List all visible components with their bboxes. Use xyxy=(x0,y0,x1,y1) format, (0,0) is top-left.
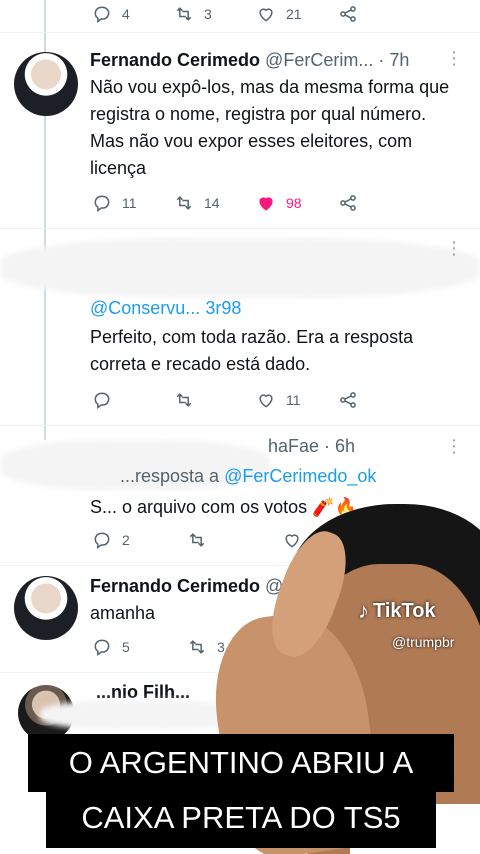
reply-button[interactable]: 11 xyxy=(92,193,174,213)
heart-icon xyxy=(259,8,273,22)
reply-button[interactable] xyxy=(92,390,174,410)
tweet-actions: 11 14 98 xyxy=(92,193,420,213)
reply-to-line: @Conservu... 3r98 xyxy=(90,295,460,322)
caption-line-2: CAIXA PRETA DO TS5 xyxy=(46,790,436,848)
tweet-text: Perfeito, com toda razão. Era a resposta… xyxy=(90,327,414,374)
avatar[interactable] xyxy=(14,52,78,116)
divider xyxy=(0,32,480,33)
tiktok-logo-icon: ♪ xyxy=(358,598,369,623)
tweet-header: haFae · 6h xyxy=(268,436,466,457)
caption-line-1: O ARGENTINO ABRIU A xyxy=(28,734,454,792)
share-button[interactable] xyxy=(338,193,420,213)
tweet-text: Não vou expô-los, mas da mesma forma que… xyxy=(90,77,450,178)
tweet-time: · 7h xyxy=(378,50,410,70)
reply-count: 2 xyxy=(122,532,130,548)
reply-icon xyxy=(94,532,110,549)
like-count: 21 xyxy=(286,6,302,22)
top-actions: 4 3 21 xyxy=(92,4,420,24)
like-count: 98 xyxy=(286,195,302,211)
retweet-count: 3 xyxy=(204,6,212,22)
tiktok-watermark: ♪ TikTok xyxy=(358,598,436,624)
retweet-icon xyxy=(176,393,192,407)
smudge-overlay xyxy=(0,238,480,298)
tiktok-username: @trumpbr xyxy=(392,634,455,650)
like-button[interactable]: 98 xyxy=(256,193,338,213)
heart-icon xyxy=(259,394,273,408)
like-button[interactable]: 21 xyxy=(256,4,338,24)
like-count: 11 xyxy=(286,392,301,408)
mention-link[interactable]: @FerCerimedo_ok xyxy=(224,466,376,486)
retweet-count: 14 xyxy=(204,195,220,211)
retweet-icon xyxy=(176,7,192,21)
more-icon[interactable]: ⋮ xyxy=(445,436,463,457)
retweet-button[interactable] xyxy=(174,390,256,410)
more-icon[interactable]: ⋮ xyxy=(445,48,463,69)
reply-prefix: ...resposta a xyxy=(120,466,220,486)
more-icon[interactable]: ⋮ xyxy=(445,238,463,259)
reply-icon xyxy=(94,6,110,23)
reply-count: 5 xyxy=(122,639,130,655)
tweet-header: Fernando Cerimedo @FerCerim... · 7h xyxy=(90,50,466,71)
share-icon xyxy=(340,6,356,22)
tiktok-label: TikTok xyxy=(373,599,436,622)
reply-icon xyxy=(94,392,110,409)
retweet-button[interactable]: 14 xyxy=(174,193,256,213)
reply-icon xyxy=(94,195,110,212)
author-name[interactable]: Fernando Cerimedo xyxy=(90,50,260,70)
reply-button[interactable]: 2 xyxy=(92,530,187,550)
avatar[interactable] xyxy=(14,576,78,640)
tweet-header-partial: haFae · 6h xyxy=(268,436,356,456)
divider xyxy=(0,425,480,426)
retweet-button[interactable]: 3 xyxy=(174,4,256,24)
share-icon xyxy=(340,392,356,408)
reply-icon xyxy=(94,639,110,656)
share-button[interactable] xyxy=(338,4,420,24)
reply-button[interactable]: 5 xyxy=(92,637,187,657)
retweet-icon xyxy=(176,196,192,210)
tweet-actions: 11 xyxy=(92,390,420,410)
divider xyxy=(0,228,480,229)
reply-button[interactable]: 4 xyxy=(92,4,174,24)
share-button[interactable] xyxy=(338,390,420,410)
like-button[interactable]: 11 xyxy=(256,390,338,410)
reply-count: 4 xyxy=(122,6,130,22)
share-icon xyxy=(340,195,356,211)
reply-count: 11 xyxy=(122,195,137,211)
heart-icon xyxy=(259,197,273,211)
author-handle[interactable]: @FerCerim... xyxy=(265,50,373,70)
mention-link[interactable]: @Conservu... 3r98 xyxy=(90,298,241,318)
author-name-partial[interactable]: ...nio Filh... xyxy=(96,682,190,702)
